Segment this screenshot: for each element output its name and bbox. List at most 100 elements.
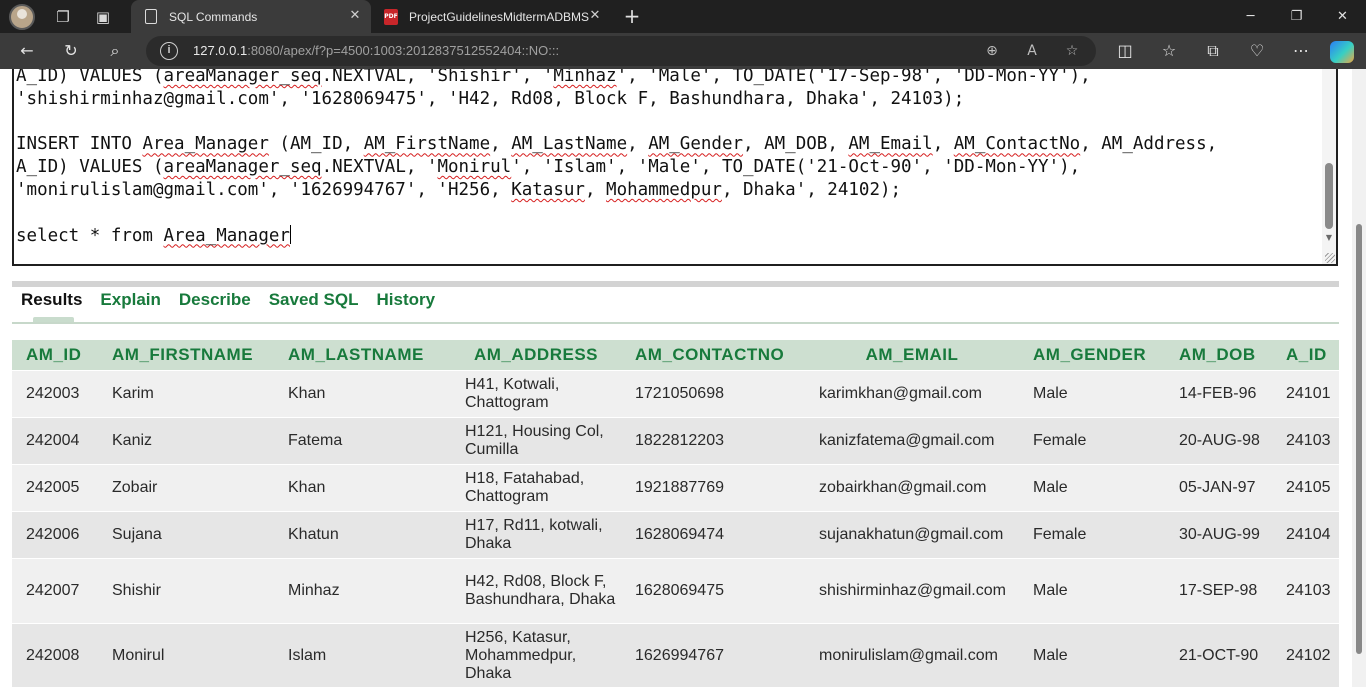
url-text[interactable]: 127.0.0.1:8080/apex/f?p=4500:1003:201283…: [193, 36, 559, 66]
cell-a-id: 24103: [1272, 557, 1339, 623]
cell-first-name: Sujana: [98, 510, 274, 558]
close-window-icon[interactable]: ✕: [1320, 0, 1365, 33]
column-header[interactable]: AM_FIRSTNAME: [98, 340, 274, 370]
table-row: 242004 Kaniz Fatema H121, Housing Col, C…: [12, 416, 1339, 464]
page-viewport: A_ID) VALUES (areaManager_seq.NEXTVAL, '…: [0, 69, 1366, 687]
refresh-icon[interactable]: ↻: [55, 36, 87, 66]
more-menu-icon[interactable]: ⋯: [1285, 36, 1317, 66]
cell-email: sujanakhatun@gmail.com: [805, 510, 1019, 558]
table-row: 242005 Zobair Khan H18, Fatahabad, Chatt…: [12, 463, 1339, 511]
browser-tab-strip: ❐ ▣ SQL Commands ✕ PDF ProjectGuidelines…: [0, 0, 1366, 33]
code-line: select * from Area_Manager: [16, 225, 290, 246]
results-divider: [12, 281, 1339, 287]
scroll-down-arrow-icon[interactable]: ▼: [1324, 233, 1334, 243]
text-caret: [289, 224, 291, 244]
copilot-icon[interactable]: [1330, 41, 1354, 63]
search-icon[interactable]: ⌕: [99, 36, 131, 66]
split-screen-icon[interactable]: ◫: [1109, 36, 1141, 66]
tab-results[interactable]: Results: [21, 289, 82, 319]
column-header[interactable]: AM_GENDER: [1019, 340, 1165, 370]
page-scrollbar[interactable]: [1352, 69, 1366, 687]
column-header[interactable]: AM_DOB: [1165, 340, 1272, 370]
table-header-row: AM_ID AM_FIRSTNAME AM_LASTNAME AM_ADDRES…: [12, 340, 1339, 370]
editor-scroll-thumb[interactable]: [1325, 163, 1333, 229]
column-header[interactable]: A_ID: [1272, 340, 1339, 370]
cell-a-id: 24103: [1272, 416, 1339, 464]
cell-email: karimkhan@gmail.com: [805, 369, 1019, 417]
column-header[interactable]: AM_ADDRESS: [451, 340, 621, 370]
cell-last-name: Khan: [274, 463, 451, 511]
back-icon[interactable]: ←: [11, 36, 43, 66]
table-row: 242006 Sujana Khatun H17, Rd11, kotwali,…: [12, 510, 1339, 558]
tab-history[interactable]: History: [376, 289, 435, 319]
favorites-icon[interactable]: ☆: [1153, 36, 1185, 66]
column-header[interactable]: AM_LASTNAME: [274, 340, 451, 370]
tab-saved-sql[interactable]: Saved SQL: [269, 289, 359, 319]
code-line: INSERT INTO Area_Manager (AM_ID, AM_Firs…: [16, 134, 1218, 155]
tab-title: SQL Commands: [169, 9, 258, 24]
address-bar[interactable]: i 127.0.0.1:8080/apex/f?p=4500:1003:2012…: [146, 36, 1096, 66]
code-line: A_ID) VALUES (areaManager_seq.NEXTVAL, '…: [16, 157, 1081, 178]
profile-avatar[interactable]: [9, 3, 35, 30]
cell-am-id: 242008: [12, 622, 98, 687]
cell-dob: 30-AUG-99: [1165, 510, 1272, 558]
restore-icon[interactable]: ❐: [1274, 0, 1319, 33]
cell-first-name: Kaniz: [98, 416, 274, 464]
cell-gender: Male: [1019, 463, 1165, 511]
cell-contact-no: 1628069475: [621, 557, 805, 623]
tab-explain[interactable]: Explain: [100, 289, 160, 319]
cell-last-name: Fatema: [274, 416, 451, 464]
cell-contact-no: 1721050698: [621, 369, 805, 417]
cell-dob: 21-OCT-90: [1165, 622, 1272, 687]
cell-first-name: Zobair: [98, 463, 274, 511]
tab-project-guidelines[interactable]: PDF ProjectGuidelinesMidtermADBMS ✕: [371, 0, 611, 33]
minimize-icon[interactable]: ─: [1228, 0, 1273, 33]
read-aloud-icon[interactable]: A: [1018, 36, 1046, 66]
cell-address: H256, Katasur, Mohammedpur, Dhaka: [451, 622, 621, 687]
editor-scrollbar[interactable]: ▼: [1322, 69, 1336, 264]
cell-last-name: Islam: [274, 622, 451, 687]
site-info-icon[interactable]: i: [160, 42, 178, 60]
cell-contact-no: 1628069474: [621, 510, 805, 558]
pdf-icon: PDF: [383, 8, 399, 25]
new-tab-button[interactable]: +: [618, 3, 646, 29]
cell-contact-no: 1921887769: [621, 463, 805, 511]
cell-dob: 20-AUG-98: [1165, 416, 1272, 464]
browser-essentials-icon[interactable]: ♡: [1241, 36, 1273, 66]
cell-gender: Female: [1019, 510, 1165, 558]
url-host: 127.0.0.1: [193, 43, 248, 58]
cell-a-id: 24102: [1272, 622, 1339, 687]
cell-email: zobairkhan@gmail.com: [805, 463, 1019, 511]
cell-email: monirulislam@gmail.com: [805, 622, 1019, 687]
column-header[interactable]: AM_ID: [12, 340, 98, 370]
browser-toolbar: ← ↻ ⌕ i 127.0.0.1:8080/apex/f?p=4500:100…: [0, 33, 1366, 69]
cell-contact-no: 1626994767: [621, 622, 805, 687]
cell-a-id: 24101: [1272, 369, 1339, 417]
tab-actions-icon[interactable]: ▣: [83, 0, 123, 33]
favorite-star-icon[interactable]: ☆: [1058, 36, 1086, 66]
results-tab-underline: [12, 322, 1339, 324]
cell-address: H121, Housing Col, Cumilla: [451, 416, 621, 464]
zoom-icon[interactable]: ⊕: [978, 36, 1006, 66]
cell-email: shishirminhaz@gmail.com: [805, 557, 1019, 623]
cell-a-id: 24105: [1272, 463, 1339, 511]
cell-am-id: 242006: [12, 510, 98, 558]
tab-describe[interactable]: Describe: [179, 289, 251, 319]
sql-editor[interactable]: A_ID) VALUES (areaManager_seq.NEXTVAL, '…: [12, 69, 1338, 266]
sql-code[interactable]: A_ID) VALUES (areaManager_seq.NEXTVAL, '…: [16, 69, 1217, 247]
tab-sql-commands[interactable]: SQL Commands ✕: [131, 0, 371, 33]
page-scroll-thumb[interactable]: [1356, 224, 1362, 654]
collections-icon[interactable]: ⧉: [1197, 36, 1229, 66]
cell-address: H17, Rd11, kotwali, Dhaka: [451, 510, 621, 558]
close-tab-icon[interactable]: ✕: [587, 8, 603, 24]
cell-address: H42, Rd08, Block F, Bashundhara, Dhaka: [451, 557, 621, 623]
column-header[interactable]: AM_CONTACTNO: [621, 340, 805, 370]
cell-email: kanizfatema@gmail.com: [805, 416, 1019, 464]
cell-address: H18, Fatahabad, Chattogram: [451, 463, 621, 511]
column-header[interactable]: AM_EMAIL: [805, 340, 1019, 370]
resize-grip-icon[interactable]: [1325, 253, 1335, 263]
cell-gender: Male: [1019, 622, 1165, 687]
cell-am-id: 242005: [12, 463, 98, 511]
workspaces-icon[interactable]: ❐: [43, 0, 83, 33]
close-tab-icon[interactable]: ✕: [347, 8, 363, 24]
